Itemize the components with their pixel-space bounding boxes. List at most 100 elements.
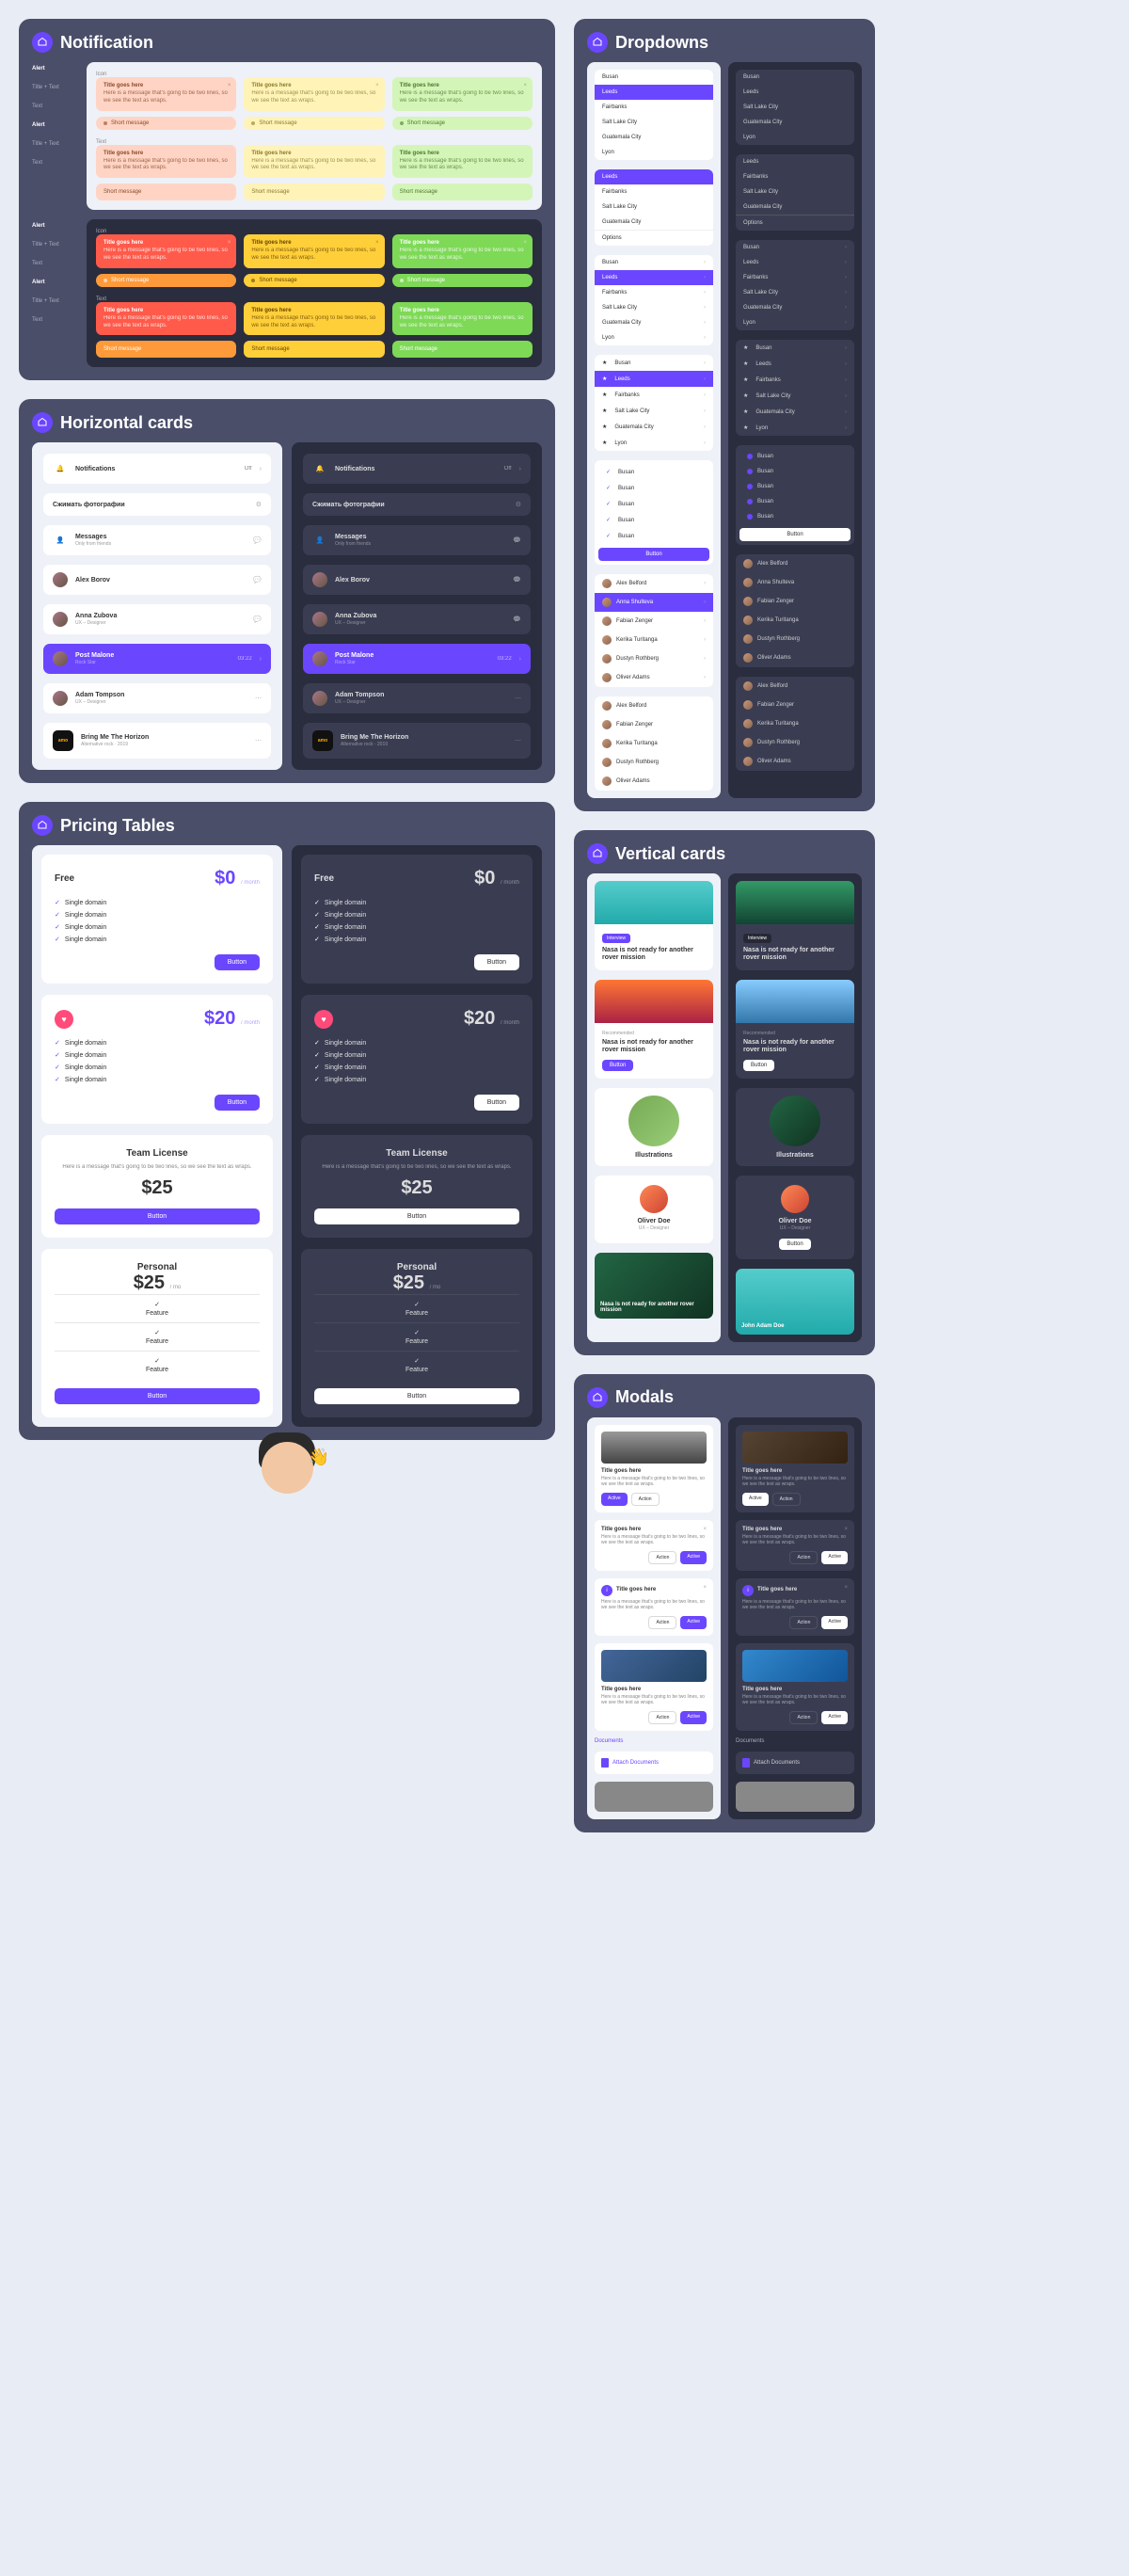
dd-item[interactable]: Busan (739, 509, 851, 524)
dd-item[interactable]: Kerika Turitanga (736, 714, 854, 733)
active-button[interactable]: Active (821, 1616, 848, 1629)
plan-button[interactable]: Button (55, 1208, 260, 1224)
illustrations-card[interactable]: Illustrations (595, 1088, 713, 1166)
dd-item[interactable]: Kerika Turitanga (736, 611, 854, 630)
active-button[interactable]: Active (680, 1616, 707, 1629)
dd-item[interactable]: Dustyn Rothberg› (595, 649, 713, 668)
alert-toast[interactable]: Title goes hereHere is a message that's … (96, 145, 236, 179)
dd-item[interactable]: Salt Lake City› (595, 403, 713, 419)
action-button[interactable]: Action (789, 1551, 818, 1564)
alert-toast[interactable]: Title goes hereHere is a message that's … (96, 302, 236, 336)
dd-item[interactable]: Guatemala City (736, 200, 854, 215)
notifications-row[interactable]: 🔔NotificationsOff› (43, 454, 271, 484)
dd-item[interactable]: Salt Lake City› (595, 300, 713, 315)
close-icon[interactable]: × (703, 1527, 707, 1532)
dd-item[interactable]: Busan (739, 494, 851, 509)
dd-item[interactable]: Fairbanks (595, 100, 713, 115)
dd-item[interactable]: Alex Belford (736, 677, 854, 696)
close-icon[interactable]: × (523, 240, 527, 246)
compress-row[interactable]: Сжимать фотографии⚙ (43, 493, 271, 516)
dd-item[interactable]: Fairbanks (595, 184, 713, 200)
dd-button[interactable]: Button (739, 528, 851, 541)
alert-toast[interactable]: ×Title goes hereHere is a message that's… (244, 77, 384, 111)
dd-item[interactable]: Busan (598, 528, 709, 544)
notifications-row[interactable]: 🔔NotificationsOff› (303, 454, 531, 484)
plan-button[interactable]: Button (55, 1388, 260, 1404)
contact-row[interactable]: Adam TompsonUX – Designer⋯ (303, 683, 531, 713)
dd-item[interactable]: Guatemala City (736, 115, 854, 130)
dd-item[interactable]: Busan› (736, 340, 854, 356)
music-row[interactable]: amoBring Me The HorizonAlternative rock … (303, 723, 531, 759)
action-button[interactable]: Action (789, 1616, 818, 1629)
close-icon[interactable]: × (523, 83, 527, 88)
alert-toast[interactable]: Short message (96, 184, 236, 200)
dd-item[interactable]: Busan (739, 449, 851, 464)
active-button[interactable]: Active (601, 1493, 628, 1506)
card-button[interactable]: Button (602, 1060, 633, 1071)
dd-item[interactable]: Lyon› (595, 435, 713, 451)
alert-toast[interactable]: Short message (244, 184, 384, 200)
alert-toast[interactable]: Title goes hereHere is a message that's … (392, 302, 533, 336)
dd-item[interactable]: Guatemala City› (595, 315, 713, 330)
close-icon[interactable]: × (844, 1585, 848, 1591)
alert-toast[interactable]: Short message (392, 184, 533, 200)
close-icon[interactable]: × (375, 83, 379, 88)
alert-toast[interactable]: Short message (244, 341, 384, 358)
plan-button[interactable]: Button (474, 1095, 519, 1111)
dd-item[interactable]: Busan (598, 512, 709, 528)
alert-pill[interactable]: Short message (96, 274, 236, 287)
dd-item[interactable]: Fairbanks› (736, 270, 854, 285)
alert-pill[interactable]: Short message (392, 117, 533, 130)
alert-toast[interactable]: ×Title goes hereHere is a message that's… (96, 234, 236, 268)
alert-pill[interactable]: Short message (244, 274, 384, 287)
alert-toast[interactable]: Title goes hereHere is a message that's … (244, 302, 384, 336)
dd-item[interactable]: Fabian Zenger (736, 592, 854, 611)
close-icon[interactable]: × (703, 1585, 707, 1591)
dd-item[interactable]: Lyon› (736, 420, 854, 436)
dd-item[interactable]: Guatemala City› (736, 404, 854, 420)
active-button[interactable]: Active (680, 1551, 707, 1564)
dd-item[interactable]: Leeds (736, 154, 854, 169)
illustrations-card[interactable]: Illustrations (736, 1088, 854, 1166)
dd-item[interactable]: Leeds› (736, 255, 854, 270)
dd-item[interactable]: Guatemala City› (736, 300, 854, 315)
alert-toast[interactable]: Title goes hereHere is a message that's … (244, 145, 384, 179)
article-card[interactable]: InterviewNasa is not ready for another r… (595, 881, 713, 970)
dd-item[interactable]: Options (595, 230, 713, 246)
overlay-card[interactable]: John Adam Doe (736, 1269, 854, 1335)
dd-item[interactable]: Busan› (595, 355, 713, 371)
dd-item[interactable]: Lyon (595, 145, 713, 160)
radio-icon[interactable] (747, 469, 753, 474)
dd-item[interactable]: Busan› (595, 255, 713, 270)
dd-item[interactable]: Salt Lake City (595, 200, 713, 215)
dd-item[interactable]: Leeds (736, 85, 854, 100)
radio-icon[interactable] (747, 454, 753, 459)
radio-icon[interactable] (747, 499, 753, 504)
dd-item-selected[interactable]: Leeds (595, 169, 713, 184)
dd-item-selected[interactable]: Leeds› (595, 371, 713, 387)
dd-item[interactable]: Oliver Adams (736, 752, 854, 771)
dd-item[interactable]: Dustyn Rothberg (595, 753, 713, 772)
dd-item-selected[interactable]: Anna Shulteva› (595, 593, 713, 612)
dd-item[interactable]: Lyon› (595, 330, 713, 345)
plan-button[interactable]: Button (314, 1388, 519, 1404)
dd-item[interactable]: Leeds› (736, 356, 854, 372)
dd-item[interactable]: Busan (598, 480, 709, 496)
close-icon[interactable]: × (375, 240, 379, 246)
dd-item[interactable]: Alex Belford› (595, 574, 713, 593)
action-button[interactable]: Action (789, 1711, 818, 1724)
dd-item[interactable]: Alex Belford (736, 554, 854, 573)
dd-item[interactable]: Busan (739, 479, 851, 494)
dd-item[interactable]: Dustyn Rothberg (736, 733, 854, 752)
doc-attach[interactable]: Attach Documents (595, 1752, 713, 1774)
dd-item[interactable]: Fabian Zenger (595, 715, 713, 734)
contact-row-selected[interactable]: Post MaloneRock Star03:22› (303, 644, 531, 674)
dd-item[interactable]: Fairbanks (736, 169, 854, 184)
dd-item[interactable]: Busan› (736, 240, 854, 255)
more-icon[interactable]: ⋯ (515, 695, 521, 702)
music-row[interactable]: amoBring Me The HorizonAlternative rock … (43, 723, 271, 759)
contact-row[interactable]: Anna ZubovaUX – Designer💬 (303, 604, 531, 634)
dd-item[interactable]: Fabian Zenger› (595, 612, 713, 631)
dd-item[interactable]: Kerika Turitanga› (595, 631, 713, 649)
active-button[interactable]: Active (742, 1493, 769, 1506)
